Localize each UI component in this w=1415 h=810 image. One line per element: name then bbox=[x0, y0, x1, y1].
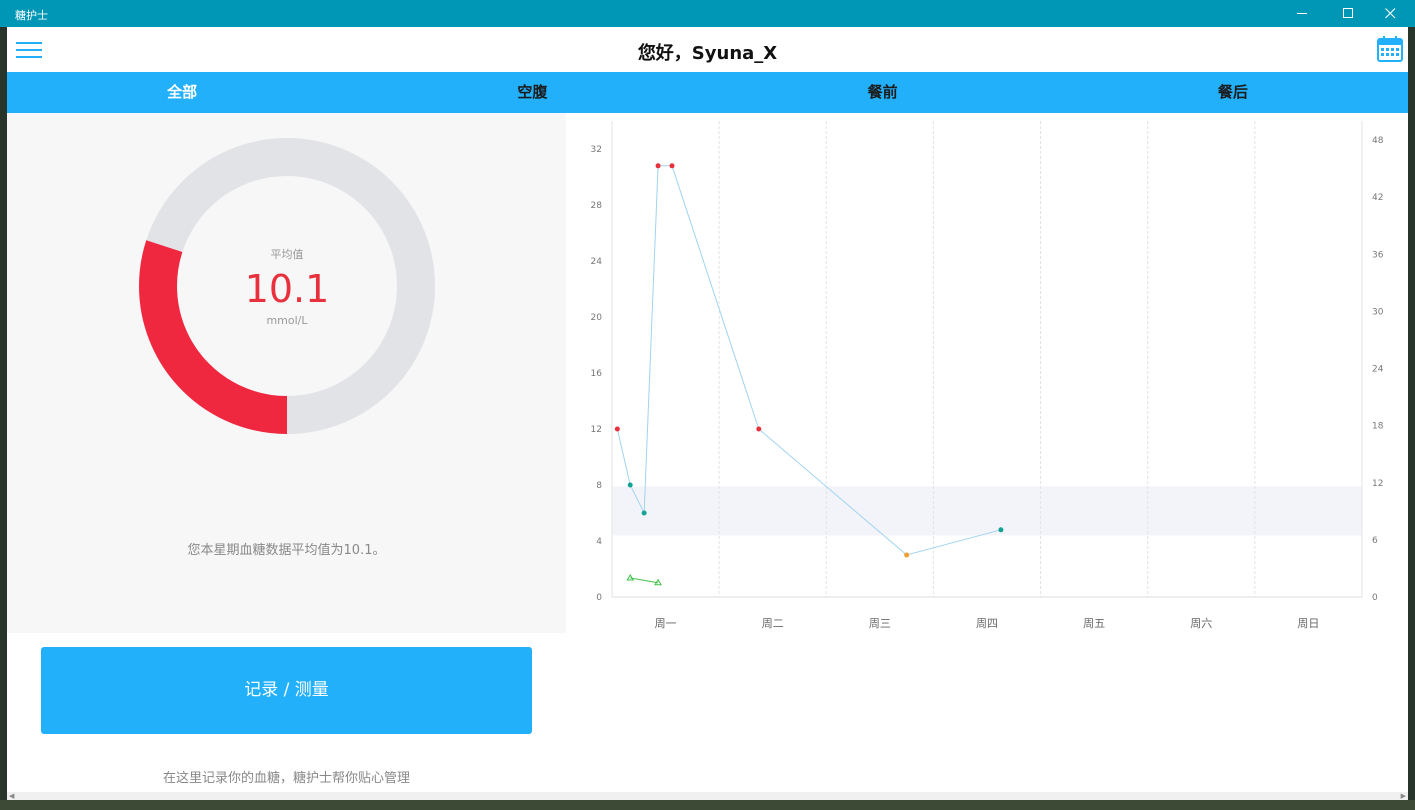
glucose-point bbox=[627, 482, 633, 488]
y2-tick-label: 36 bbox=[1372, 250, 1384, 260]
y-tick-label: 20 bbox=[591, 313, 603, 323]
app-window: 您好，Syuna_X 全部 空腹 餐前 餐后 平均值 10.1 mmol/L 您… bbox=[7, 27, 1408, 800]
glucose-point bbox=[669, 163, 675, 169]
glucose-point bbox=[655, 163, 661, 169]
close-button[interactable] bbox=[1368, 0, 1414, 27]
desktop-background-right bbox=[1408, 0, 1415, 810]
y2-tick-label: 30 bbox=[1372, 307, 1384, 317]
y2-tick-label: 12 bbox=[1372, 479, 1383, 489]
x-category-label: 周二 bbox=[762, 617, 784, 630]
average-summary-panel: 平均值 10.1 mmol/L 您本星期血糖数据平均值为10.1。 bbox=[7, 113, 566, 633]
y-tick-label: 28 bbox=[591, 201, 603, 211]
y2-tick-label: 42 bbox=[1372, 193, 1383, 203]
record-hint-text: 在这里记录你的血糖，糖护士帮你贴心管理 bbox=[162, 771, 410, 786]
average-donut-chart: 平均值 10.1 mmol/L bbox=[139, 138, 435, 434]
y-tick-label: 16 bbox=[591, 369, 603, 379]
maximize-icon bbox=[1343, 8, 1353, 18]
tab-all[interactable]: 全部 bbox=[7, 72, 357, 113]
desktop-background-bottom bbox=[0, 800, 1415, 810]
horizontal-scrollbar[interactable]: ◀ ▶ bbox=[7, 792, 1408, 800]
y-tick-label: 12 bbox=[591, 425, 602, 435]
y-tick-label: 8 bbox=[596, 481, 602, 491]
glucose-point bbox=[756, 426, 762, 432]
maximize-button[interactable] bbox=[1326, 0, 1372, 27]
record-measure-button[interactable]: 记录 / 测量 bbox=[41, 647, 532, 734]
calendar-icon bbox=[1377, 36, 1403, 62]
y2-tick-label: 18 bbox=[1372, 422, 1384, 432]
y-tick-label: 32 bbox=[591, 145, 602, 155]
app-header: 您好，Syuna_X bbox=[7, 27, 1408, 72]
x-category-label: 周一 bbox=[655, 617, 677, 630]
y2-tick-label: 6 bbox=[1372, 536, 1378, 546]
close-icon bbox=[1385, 8, 1396, 19]
y-tick-label: 4 bbox=[596, 537, 602, 547]
x-category-label: 周五 bbox=[1083, 617, 1105, 630]
desktop-background-left bbox=[0, 0, 7, 810]
glucose-point bbox=[998, 527, 1004, 533]
x-category-label: 周日 bbox=[1297, 617, 1319, 630]
y-tick-label: 24 bbox=[591, 257, 603, 267]
window-titlebar: 糖护士 bbox=[0, 0, 1415, 27]
donut-value: 10.1 bbox=[245, 267, 330, 311]
tab-before-meal[interactable]: 餐前 bbox=[708, 72, 1058, 113]
y2-tick-label: 48 bbox=[1372, 136, 1384, 146]
secondary-series-line bbox=[630, 577, 659, 584]
donut-label: 平均值 bbox=[271, 248, 304, 261]
secondary-point bbox=[626, 573, 635, 581]
x-category-label: 周三 bbox=[869, 617, 891, 630]
glucose-point bbox=[904, 552, 910, 558]
glucose-point bbox=[614, 426, 620, 432]
y2-tick-label: 0 bbox=[1372, 593, 1378, 603]
target-range-band bbox=[612, 486, 1362, 536]
scroll-left-arrow-icon[interactable]: ◀ bbox=[9, 792, 14, 800]
glucose-point bbox=[641, 510, 647, 516]
y2-tick-label: 24 bbox=[1372, 365, 1384, 375]
window-title: 糖护士 bbox=[15, 9, 48, 22]
x-category-label: 周四 bbox=[976, 617, 998, 630]
minimize-icon bbox=[1297, 13, 1307, 14]
x-category-label: 周六 bbox=[1190, 617, 1212, 630]
tab-after-meal[interactable]: 餐后 bbox=[1058, 72, 1408, 113]
tab-fasting[interactable]: 空腹 bbox=[357, 72, 707, 113]
donut-unit: mmol/L bbox=[266, 314, 308, 327]
weekly-summary-text: 您本星期血糖数据平均值为10.1。 bbox=[187, 543, 386, 558]
y-tick-label: 0 bbox=[596, 593, 602, 603]
scroll-right-arrow-icon[interactable]: ▶ bbox=[1401, 792, 1406, 800]
greeting-title: 您好，Syuna_X bbox=[637, 43, 778, 64]
filter-tab-bar: 全部 空腹 餐前 餐后 bbox=[7, 72, 1408, 113]
weekly-glucose-chart: 0481216202428320612182430364248周一 周二 周三 周四周… bbox=[591, 121, 1384, 630]
minimize-button[interactable] bbox=[1280, 0, 1326, 27]
calendar-button[interactable] bbox=[1376, 35, 1404, 63]
